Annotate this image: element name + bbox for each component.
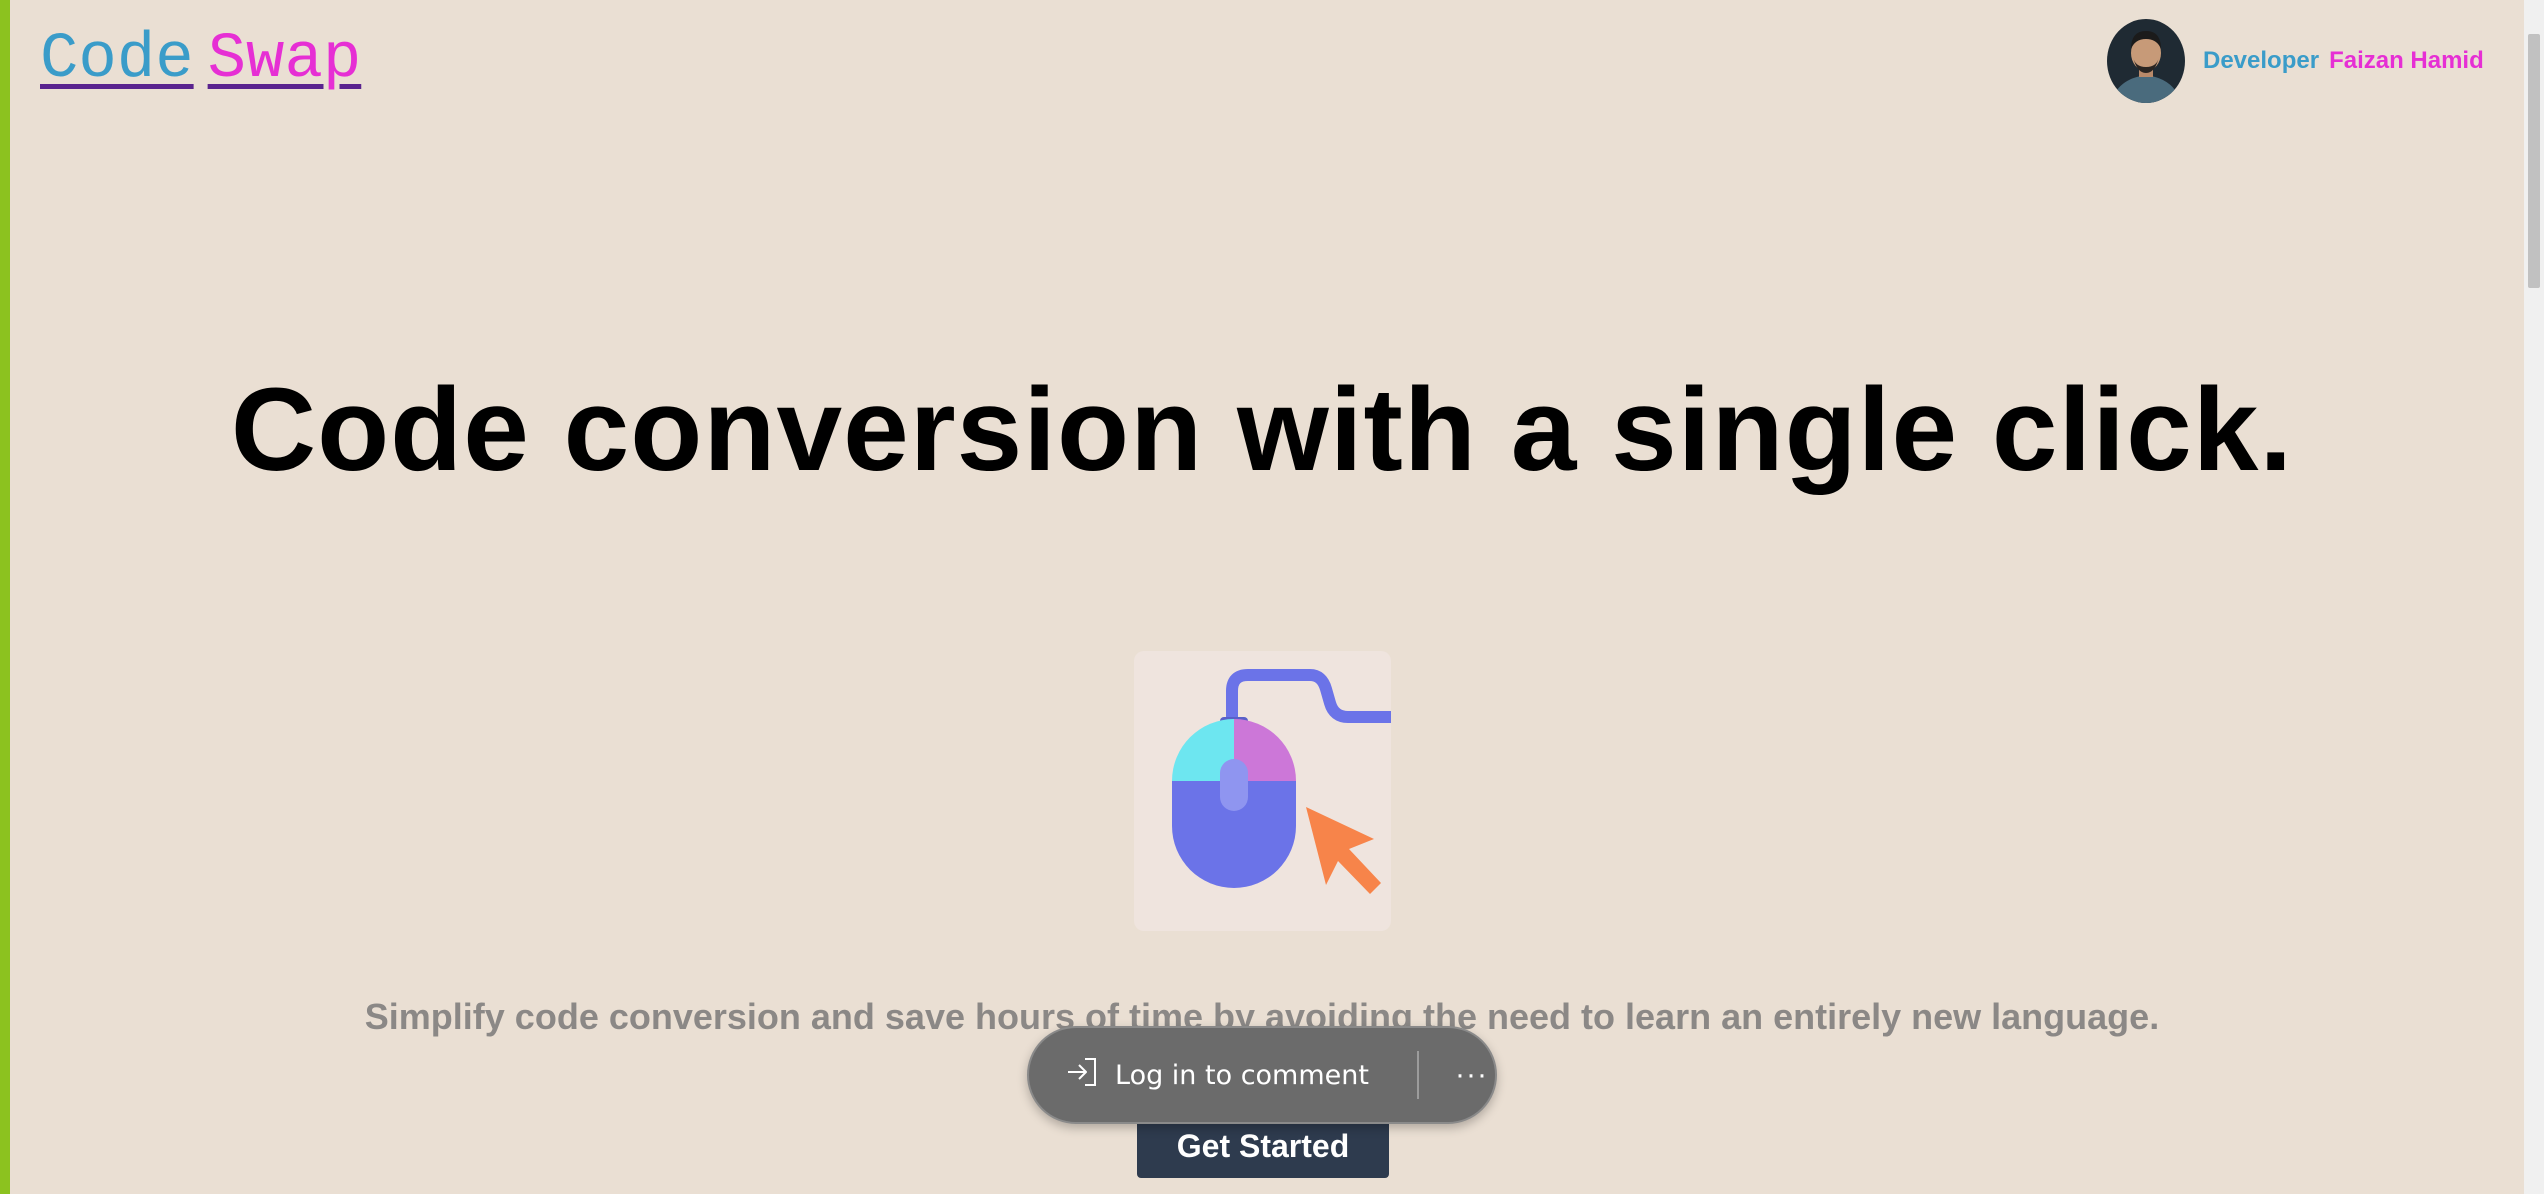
toolbar-divider <box>1416 1051 1419 1099</box>
avatar <box>2107 19 2185 103</box>
cursor-arrow-icon <box>1306 807 1381 894</box>
login-to-comment-label: Log in to comment <box>1115 1059 1369 1091</box>
developer-label: Developer <box>2203 47 2320 74</box>
comment-toolbar: Log in to comment ··· <box>1027 1026 1497 1124</box>
more-icon[interactable]: ··· <box>1455 1058 1488 1092</box>
logo-code-text[interactable]: Code <box>40 24 194 96</box>
mouse-icon <box>1172 669 1391 894</box>
developer-name[interactable]: Faizan Hamid <box>2329 47 2484 75</box>
logo-swap-text[interactable]: Swap <box>208 24 362 96</box>
scrollbar[interactable] <box>2524 0 2544 1194</box>
logo[interactable]: Code Swap <box>40 24 361 96</box>
page-title: Code conversion with a single click. <box>230 364 2294 496</box>
login-icon <box>1065 1055 1099 1096</box>
login-to-comment-button[interactable]: Log in to comment <box>1029 1055 1369 1096</box>
scrollbar-thumb[interactable] <box>2528 34 2540 288</box>
hero-illustration <box>1134 651 1391 931</box>
developer-credit: Developer Faizan Hamid <box>2107 19 2484 103</box>
